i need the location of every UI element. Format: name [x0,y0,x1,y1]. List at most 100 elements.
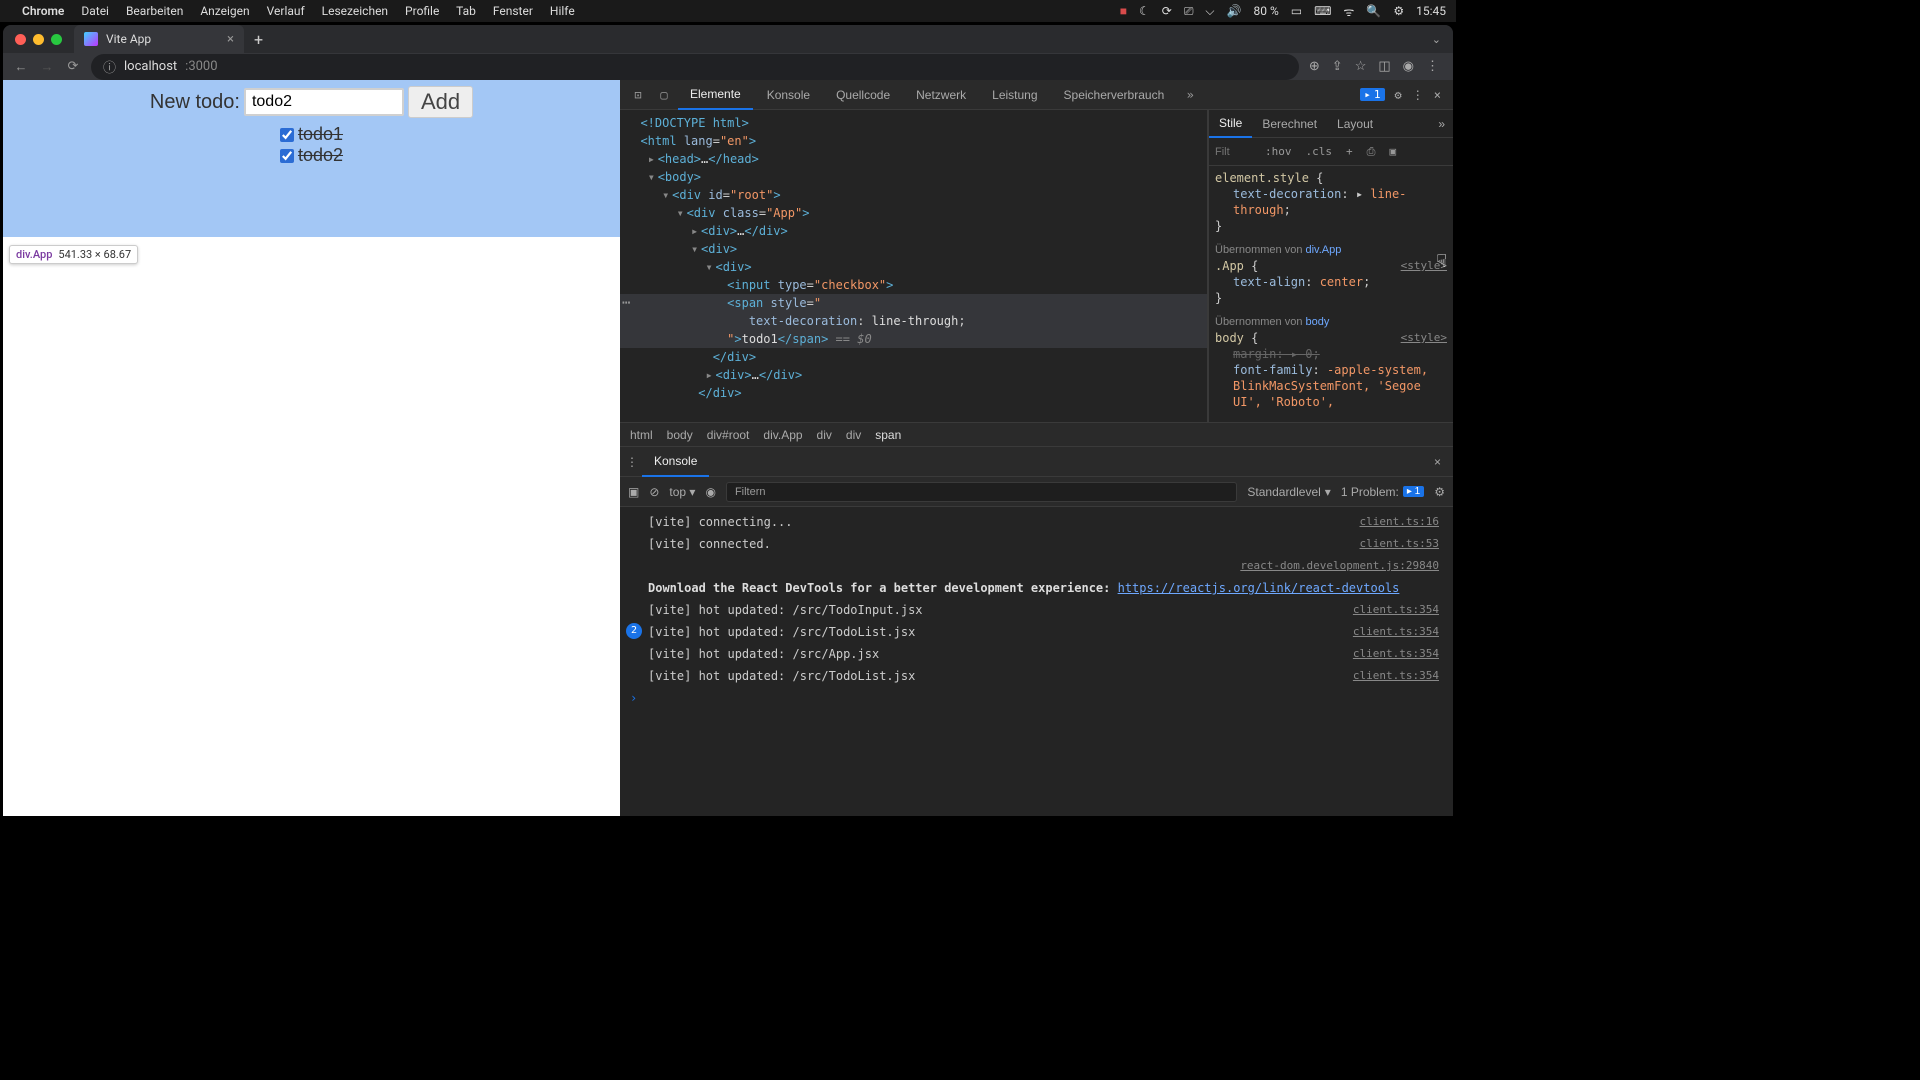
minimize-window-button[interactable] [33,34,44,45]
device-toggle-button[interactable]: ▢ [652,88,676,102]
computed-toggle-icon[interactable]: ▣ [1385,145,1400,158]
browser-tab[interactable]: Vite App × [74,25,244,53]
menu-anzeigen[interactable]: Anzeigen [200,4,249,18]
dom-tree[interactable]: <!DOCTYPE html> <html lang="en"> ▸<head>… [620,110,1208,422]
tab-elemente[interactable]: Elemente [678,80,753,110]
hov-button[interactable]: :hov [1261,145,1296,158]
reload-button[interactable]: ⟳ [65,59,81,74]
app-name[interactable]: Chrome [22,4,64,18]
new-todo-input[interactable] [244,88,404,116]
console-filter[interactable]: Filtern [726,482,1237,502]
styles-filter[interactable] [1215,146,1255,158]
styles-tab-berechnet[interactable]: Berechnet [1252,110,1327,138]
control-center-icon[interactable]: ⚙ [1393,4,1404,18]
devtools-menu-button[interactable]: ⋮ [1412,88,1424,102]
clock[interactable]: 15:45 [1416,4,1446,18]
zoom-icon[interactable]: ⊕ [1309,59,1320,74]
styles-rules[interactable]: element.style { text-decoration: ▸ line-… [1209,166,1453,422]
omnibox[interactable]: ⓘ localhost:3000 [91,54,1299,80]
battery-text[interactable]: 80 % [1253,4,1278,18]
drawer-menu-button[interactable]: ⋮ [626,455,638,469]
tab-leistung[interactable]: Leistung [980,80,1049,110]
dnd-icon[interactable]: ☾ [1139,4,1150,18]
todo-checkbox[interactable] [280,128,294,142]
menu-datei[interactable]: Datei [81,4,109,18]
context-selector[interactable]: top ▾ [669,485,695,499]
recording-icon[interactable]: ■ [1120,4,1127,18]
print-styles-icon[interactable]: ⎙ [1363,145,1380,159]
console-settings-button[interactable]: ⚙ [1434,485,1445,499]
add-button[interactable]: Add [408,86,473,118]
crumb[interactable]: div#root [707,428,750,442]
close-window-button[interactable] [15,34,26,45]
chrome-window: Vite App × + ⌄ ← → ⟳ ⓘ localhost:3000 ⊕ … [3,25,1453,816]
crumb[interactable]: div [817,428,832,442]
sync-icon[interactable]: ⟳ [1162,4,1172,18]
forward-button[interactable]: → [39,59,55,75]
volume-icon[interactable]: 🔊 [1227,4,1242,18]
profile-icon[interactable]: ◉ [1403,59,1414,74]
menu-verlauf[interactable]: Verlauf [267,4,305,18]
tab-konsole[interactable]: Konsole [755,80,822,110]
styles-tab-stile[interactable]: Stile [1209,110,1252,138]
url-port: :3000 [185,59,217,74]
inspect-element-button[interactable]: ⊡ [626,88,650,102]
bookmark-icon[interactable]: ☆ [1355,59,1367,74]
menu-tab[interactable]: Tab [456,4,476,18]
issues-badge[interactable]: ▸ 1 [1360,88,1384,101]
console-output[interactable]: [vite] connecting...client.ts:16 [vite] … [620,507,1453,816]
menu-profile[interactable]: Profile [405,4,439,18]
tab-title: Vite App [106,32,151,46]
tab-speicher[interactable]: Speicherverbrauch [1052,80,1177,110]
menu-hilfe[interactable]: Hilfe [550,4,575,18]
content-area: New todo: Add todo1 todo2 [3,80,1453,816]
tab-quellcode[interactable]: Quellcode [824,80,902,110]
devtools: ⊡ ▢ Elemente Konsole Quellcode Netzwerk … [620,80,1453,816]
menu-lesezeichen[interactable]: Lesezeichen [322,4,388,18]
crumb[interactable]: body [667,428,693,442]
tab-overflow-button[interactable]: ⌄ [1432,33,1441,46]
devtools-close-button[interactable]: × [1434,88,1441,102]
console-toolbar: ▣ ⊘ top ▾ ◉ Filtern Standardlevel ▾ 1 Pr… [620,477,1453,507]
new-rule-button[interactable]: + [1342,145,1357,158]
chrome-menu-button[interactable]: ⋮ [1426,59,1439,74]
live-expression-button[interactable]: ◉ [705,485,715,499]
drawer-close-button[interactable]: × [1428,455,1447,469]
back-button[interactable]: ← [13,59,29,75]
console-sidebar-toggle[interactable]: ▣ [628,485,639,499]
crumb[interactable]: div [846,428,861,442]
close-tab-button[interactable]: × [227,32,234,47]
devtools-main-tabs: ⊡ ▢ Elemente Konsole Quellcode Netzwerk … [620,80,1453,110]
install-icon[interactable]: ⇪ [1332,59,1343,74]
tab-netzwerk[interactable]: Netzwerk [904,80,978,110]
spotlight-icon[interactable]: 🔍 [1366,4,1381,18]
console-prompt[interactable]: › [620,687,1453,709]
keyboard-icon[interactable]: ⌨ [1314,4,1331,18]
more-tabs-button[interactable]: » [1178,88,1202,102]
crumb[interactable]: div.App [763,428,802,442]
cls-button[interactable]: .cls [1302,145,1337,158]
todo-checkbox[interactable] [280,149,294,163]
styles-tab-layout[interactable]: Layout [1327,110,1383,138]
bluetooth-icon[interactable]: ⌵ [1205,4,1214,19]
menu-fenster[interactable]: Fenster [493,4,533,18]
sidepanel-icon[interactable]: ◫ [1378,59,1390,74]
crumb[interactable]: html [630,428,653,442]
site-info-icon[interactable]: ⓘ [103,57,116,76]
issues-indicator[interactable]: 1 Problem: ▸ 1 [1341,485,1424,499]
styles-more-button[interactable]: » [1430,117,1453,131]
crumb-active[interactable]: span [875,428,901,442]
new-tab-button[interactable]: + [254,30,263,49]
vite-favicon-icon [84,32,98,46]
display-icon[interactable]: ⎚ [1184,4,1194,19]
clear-console-button[interactable]: ⊘ [649,485,659,499]
menu-bearbeiten[interactable]: Bearbeiten [126,4,183,18]
drawer-tab-konsole[interactable]: Konsole [642,447,709,477]
todo-app: New todo: Add todo1 todo2 [3,86,620,166]
fullscreen-window-button[interactable] [51,34,62,45]
wifi-icon[interactable]: ᯤ [1343,3,1354,20]
devtools-settings-button[interactable]: ⚙ [1395,88,1402,102]
log-level-selector[interactable]: Standardlevel ▾ [1247,485,1330,499]
battery-icon[interactable]: ▭ [1291,4,1302,18]
todo-list: todo1 todo2 [3,124,620,166]
